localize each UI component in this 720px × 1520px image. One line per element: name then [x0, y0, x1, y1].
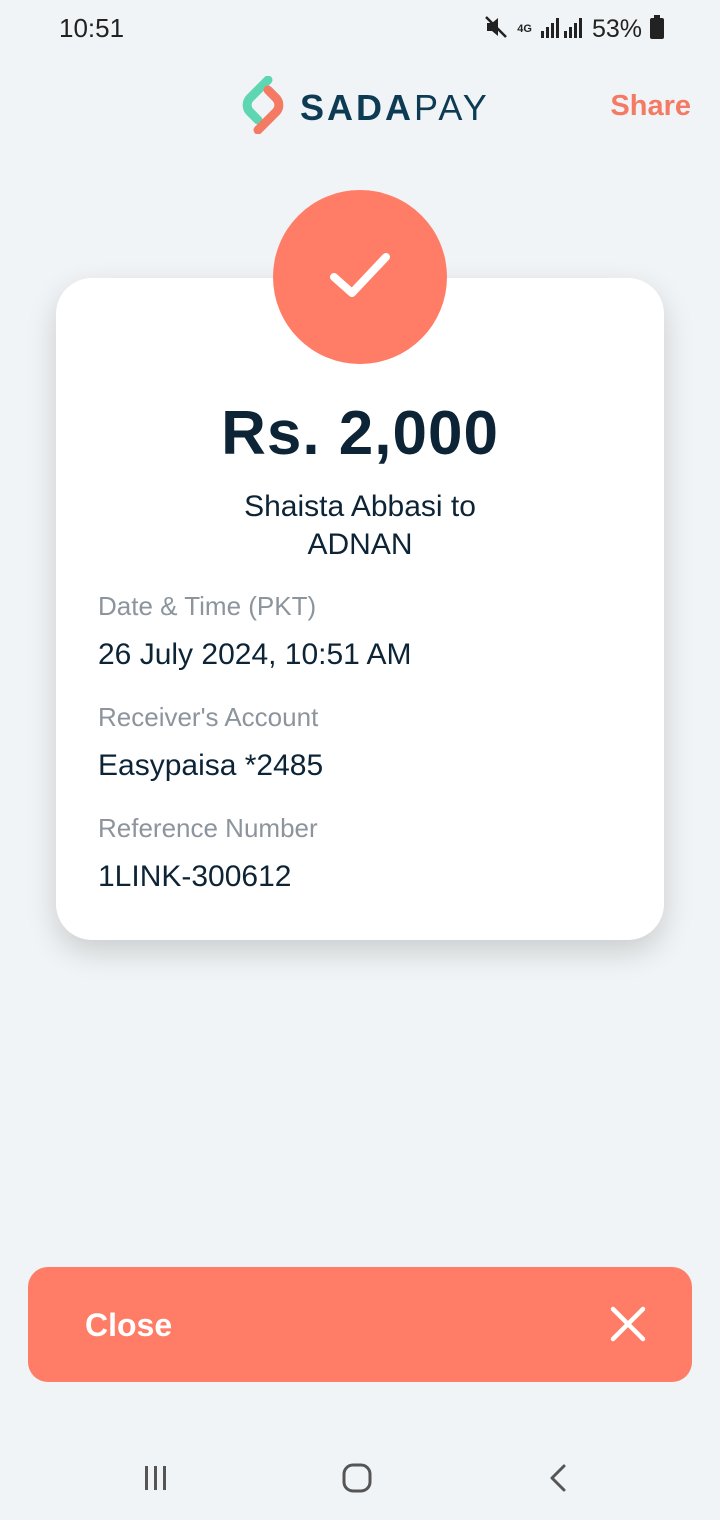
status-icons: 4G 53%: [483, 12, 664, 46]
logo-text-strong: SADA: [300, 86, 415, 128]
transfer-amount: Rs. 2,000: [221, 399, 499, 468]
back-button[interactable]: [528, 1460, 588, 1500]
receiver-name: ADNAN: [307, 528, 413, 561]
system-nav-bar: [0, 1436, 720, 1520]
signal-icon: [540, 15, 584, 44]
share-button[interactable]: Share: [610, 90, 691, 123]
reference-number-value: 1LINK-300612: [98, 860, 292, 893]
status-time: 10:51: [59, 13, 125, 43]
home-button[interactable]: [327, 1460, 387, 1500]
close-button[interactable]: Close: [28, 1267, 692, 1382]
success-badge: [273, 190, 447, 364]
network-type: 4G: [517, 22, 532, 35]
receipt-card: Rs. 2,000 Shaista Abbasi to ADNAN Date &…: [56, 278, 664, 940]
mute-icon: [483, 14, 509, 45]
app-header: SADAPAY Share: [0, 70, 720, 142]
reference-number-label: Reference Number: [98, 813, 318, 843]
receiver-account-value: Easypaisa *2485: [98, 749, 324, 782]
close-label: Close: [85, 1307, 173, 1343]
recent-apps-icon: [142, 1464, 170, 1497]
logo-text: SADAPAY: [300, 87, 490, 129]
transfer-parties: Shaista Abbasi to ADNAN: [56, 488, 664, 564]
sadapay-logo: SADAPAY: [238, 75, 490, 139]
back-icon: [546, 1463, 570, 1498]
battery-percent: 53%: [591, 14, 642, 43]
battery-icon: [650, 14, 664, 44]
close-icon: [610, 1306, 646, 1347]
recent-apps-button[interactable]: [126, 1460, 186, 1500]
date-time-label: Date & Time (PKT): [98, 591, 317, 621]
logo-text-light: PAY: [414, 86, 490, 128]
checkmark-icon: [328, 249, 392, 306]
receiver-account-label: Receiver's Account: [98, 702, 319, 732]
sadapay-logo-icon: [238, 75, 288, 139]
home-icon: [342, 1463, 372, 1498]
status-bar: 10:51 4G 53%: [0, 0, 720, 60]
date-time-value: 26 July 2024, 10:51 AM: [98, 638, 412, 671]
sender-line: Shaista Abbasi to: [244, 490, 476, 523]
